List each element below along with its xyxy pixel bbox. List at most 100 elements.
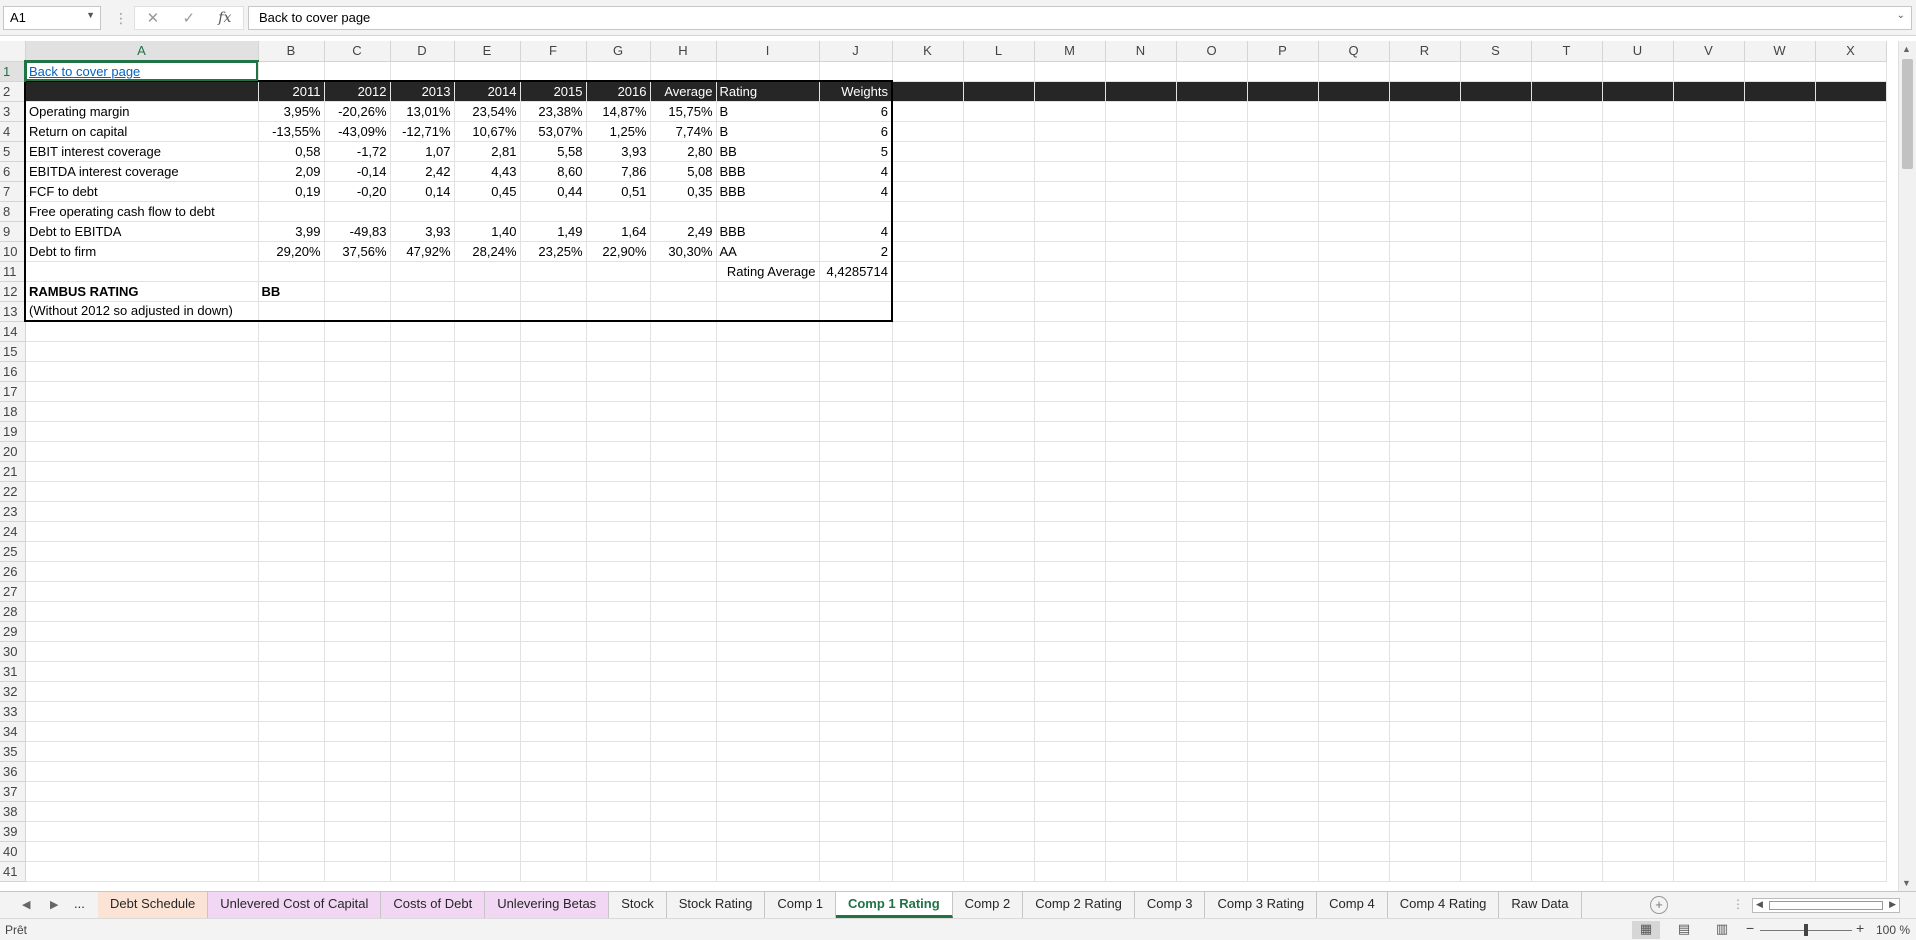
cell-empty[interactable] — [324, 581, 391, 602]
cell-empty[interactable] — [1460, 381, 1532, 402]
cell-empty[interactable] — [650, 841, 717, 862]
cell-empty[interactable] — [1815, 521, 1887, 542]
cell-empty[interactable] — [520, 261, 587, 282]
cell-empty[interactable] — [520, 401, 587, 422]
cell-empty[interactable] — [892, 861, 964, 882]
cell-empty[interactable] — [1602, 101, 1674, 122]
cell-empty[interactable] — [1673, 281, 1745, 302]
cell-empty[interactable] — [716, 801, 820, 822]
cell-empty[interactable] — [1744, 121, 1816, 142]
cell-empty[interactable] — [650, 561, 717, 582]
cell-f7[interactable]: 0,44 — [520, 181, 587, 202]
cell-empty[interactable] — [1602, 461, 1674, 482]
cell-empty[interactable] — [258, 721, 325, 742]
cell-empty[interactable] — [1460, 61, 1532, 82]
cell-empty[interactable] — [650, 721, 717, 742]
enter-icon[interactable]: ✓ — [182, 9, 195, 27]
cell-empty[interactable] — [1247, 381, 1319, 402]
cell-empty[interactable] — [586, 821, 651, 842]
cell-empty[interactable] — [1105, 741, 1177, 762]
cell-empty[interactable] — [1318, 81, 1390, 102]
cell-g7[interactable]: 0,51 — [586, 181, 651, 202]
cell-empty[interactable] — [892, 241, 964, 262]
cell-empty[interactable] — [716, 341, 820, 362]
cell-empty[interactable] — [1176, 781, 1248, 802]
cell-empty[interactable] — [25, 361, 259, 382]
cell-empty[interactable] — [1744, 521, 1816, 542]
insert-function-icon[interactable]: fx — [218, 10, 231, 26]
cell-empty[interactable] — [1460, 361, 1532, 382]
cell-empty[interactable] — [324, 501, 391, 522]
cell-empty[interactable] — [1744, 81, 1816, 102]
cell-empty[interactable] — [1673, 561, 1745, 582]
cell-empty[interactable] — [1744, 661, 1816, 682]
cell-a5[interactable]: EBIT interest coverage — [24, 141, 259, 162]
cell-empty[interactable] — [1744, 641, 1816, 662]
cell-empty[interactable] — [892, 641, 964, 662]
cell-empty[interactable] — [1318, 301, 1390, 322]
cell-empty[interactable] — [1105, 81, 1177, 102]
tab-split-handle-icon[interactable]: ⋮ — [1732, 897, 1744, 911]
cell-empty[interactable] — [716, 521, 820, 542]
cell-c5[interactable]: -1,72 — [324, 141, 391, 162]
cell-empty[interactable] — [1602, 401, 1674, 422]
zoom-slider[interactable]: − + — [1746, 920, 1866, 938]
cell-empty[interactable] — [716, 361, 820, 382]
column-header-v[interactable]: V — [1673, 41, 1745, 62]
cell-empty[interactable] — [1744, 621, 1816, 642]
cell-empty[interactable] — [963, 101, 1035, 122]
cell-empty[interactable] — [1744, 61, 1816, 82]
cell-empty[interactable] — [1531, 521, 1603, 542]
cell-empty[interactable] — [1176, 741, 1248, 762]
row-header[interactable]: 6 — [0, 161, 26, 182]
cell-empty[interactable] — [1531, 621, 1603, 642]
cell-b4[interactable]: -13,55% — [258, 121, 325, 142]
cell-empty[interactable] — [716, 281, 820, 302]
cell-empty[interactable] — [1673, 581, 1745, 602]
column-header-i[interactable]: I — [716, 41, 820, 62]
cell-empty[interactable] — [1673, 361, 1745, 382]
cell-empty[interactable] — [1389, 241, 1461, 262]
column-header-r[interactable]: R — [1389, 41, 1461, 62]
cell-empty[interactable] — [1105, 201, 1177, 222]
cell-empty[interactable] — [1744, 701, 1816, 722]
cell-empty[interactable] — [390, 721, 455, 742]
cell-empty[interactable] — [25, 841, 259, 862]
cell-empty[interactable] — [1673, 681, 1745, 702]
cell-empty[interactable] — [520, 641, 587, 662]
row-header[interactable]: 24 — [0, 521, 26, 542]
cell-empty[interactable] — [1602, 421, 1674, 442]
cell-empty[interactable] — [650, 621, 717, 642]
cell-empty[interactable] — [1105, 301, 1177, 322]
cell-empty[interactable] — [1531, 161, 1603, 182]
cell-c3[interactable]: -20,26% — [324, 101, 391, 122]
cell-empty[interactable] — [1389, 641, 1461, 662]
cell-empty[interactable] — [1247, 501, 1319, 522]
cell-empty[interactable] — [716, 541, 820, 562]
cell-empty[interactable] — [1318, 801, 1390, 822]
cell-b9[interactable]: 3,99 — [258, 221, 325, 242]
cell-empty[interactable] — [324, 201, 391, 222]
cell-empty[interactable] — [1815, 541, 1887, 562]
cell-empty[interactable] — [454, 761, 521, 782]
cell-empty[interactable] — [258, 501, 325, 522]
cell-empty[interactable] — [1176, 681, 1248, 702]
cell-empty[interactable] — [258, 401, 325, 422]
cell-empty[interactable] — [892, 821, 964, 842]
cell-empty[interactable] — [963, 201, 1035, 222]
cell-f2[interactable]: 2015 — [520, 80, 587, 102]
cell-empty[interactable] — [1602, 341, 1674, 362]
cell-empty[interactable] — [1034, 721, 1106, 742]
cell-empty[interactable] — [390, 61, 455, 82]
cell-empty[interactable] — [1034, 561, 1106, 582]
cell-empty[interactable] — [1176, 261, 1248, 282]
sheet-tab-comp-2-rating[interactable]: Comp 2 Rating — [1023, 892, 1135, 918]
cell-empty[interactable] — [1105, 341, 1177, 362]
cell-empty[interactable] — [1034, 541, 1106, 562]
cell-empty[interactable] — [1318, 821, 1390, 842]
cell-empty[interactable] — [1389, 421, 1461, 442]
row-header[interactable]: 11 — [0, 261, 26, 282]
cell-empty[interactable] — [963, 161, 1035, 182]
cell-empty[interactable] — [1531, 301, 1603, 322]
cell-e9[interactable]: 1,40 — [454, 221, 521, 242]
